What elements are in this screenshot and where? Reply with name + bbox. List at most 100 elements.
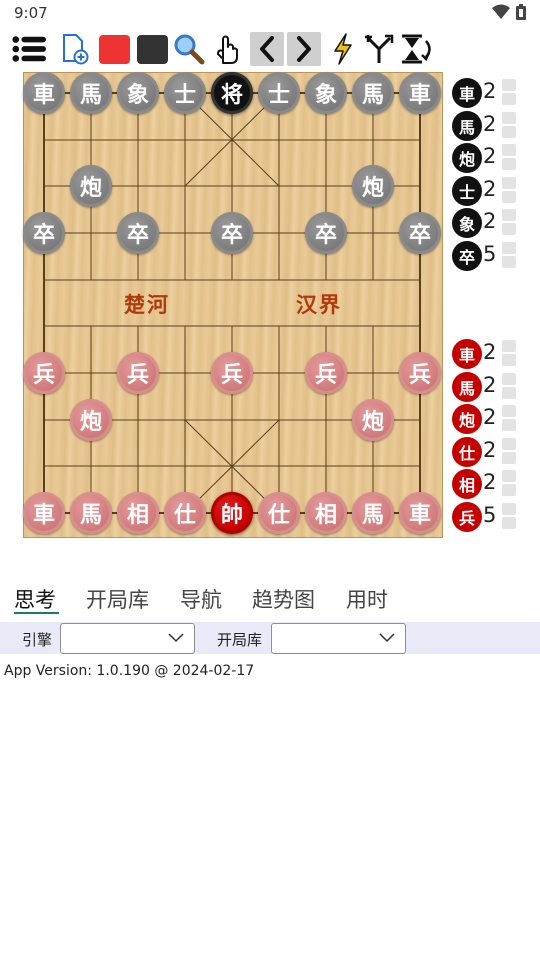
red-piece[interactable]: 炮 bbox=[352, 398, 394, 441]
lightning-icon[interactable] bbox=[326, 32, 360, 66]
black-piece[interactable]: 車 bbox=[23, 72, 65, 114]
black-piece[interactable]: 卒 bbox=[211, 212, 253, 254]
captured-slot bbox=[502, 144, 516, 170]
black-piece[interactable]: 象 bbox=[117, 72, 159, 114]
new-game-icon[interactable] bbox=[58, 32, 92, 66]
red-piece[interactable]: 炮 bbox=[70, 398, 112, 441]
search-icon[interactable] bbox=[172, 32, 206, 66]
captured-count: 2 bbox=[483, 176, 497, 201]
captured-count: 2 bbox=[483, 111, 497, 136]
prev-move-icon[interactable] bbox=[250, 32, 284, 66]
engine-label: 引擎 bbox=[22, 631, 53, 649]
hand-icon[interactable] bbox=[210, 32, 244, 66]
captured-black-row: 士2 bbox=[452, 174, 532, 206]
black-piece[interactable]: 将 bbox=[211, 72, 253, 114]
xiangqi-board[interactable]: 楚河 汉界 車馬象士将士象馬車炮炮卒卒卒卒卒兵兵兵兵兵炮炮車馬相仕帥仕相馬車 bbox=[23, 72, 443, 538]
captured-count: 2 bbox=[483, 372, 497, 397]
tab-bar: 思考 开局库 导航 趋势图 用时 bbox=[0, 580, 540, 620]
captured-red-row: 馬2 bbox=[452, 370, 532, 402]
black-side-button[interactable] bbox=[135, 32, 169, 66]
black-piece[interactable]: 卒 bbox=[23, 212, 65, 254]
black-piece[interactable]: 卒 bbox=[117, 212, 159, 254]
red-piece[interactable]: 兵 bbox=[117, 352, 159, 394]
captured-black-piece-icon: 象 bbox=[452, 208, 482, 238]
active-tab-indicator bbox=[14, 612, 59, 614]
red-piece[interactable]: 兵 bbox=[399, 352, 441, 394]
river-text-han: 汉界 bbox=[296, 293, 342, 317]
toolbar bbox=[0, 30, 540, 70]
menu-icon[interactable] bbox=[12, 32, 46, 66]
black-piece[interactable]: 馬 bbox=[352, 72, 394, 114]
captured-slot bbox=[502, 209, 516, 235]
red-piece[interactable]: 馬 bbox=[70, 492, 112, 534]
red-piece[interactable]: 車 bbox=[23, 492, 65, 534]
engine-select[interactable] bbox=[60, 623, 195, 654]
black-piece[interactable]: 士 bbox=[258, 72, 300, 114]
captured-slot bbox=[502, 470, 516, 496]
tab-opening-book[interactable]: 开局库 bbox=[86, 584, 149, 614]
captured-count: 2 bbox=[483, 209, 497, 233]
captured-slot bbox=[502, 405, 516, 431]
black-piece[interactable]: 卒 bbox=[399, 212, 441, 254]
tab-navigation[interactable]: 导航 bbox=[180, 584, 222, 614]
captured-red-row: 仕2 bbox=[452, 435, 532, 467]
wifi-icon bbox=[492, 4, 510, 24]
captured-red-panel: 車2馬2炮2仕2相2兵5 bbox=[452, 337, 532, 532]
captured-red-row: 車2 bbox=[452, 337, 532, 369]
red-piece[interactable]: 仕 bbox=[164, 492, 206, 534]
captured-black-piece-icon: 馬 bbox=[452, 110, 482, 141]
black-piece[interactable]: 車 bbox=[399, 72, 441, 114]
red-side-button[interactable] bbox=[97, 32, 131, 66]
black-piece[interactable]: 卒 bbox=[305, 212, 347, 254]
captured-red-row: 兵5 bbox=[452, 500, 532, 532]
captured-slot bbox=[502, 372, 516, 399]
red-piece[interactable]: 帥 bbox=[211, 492, 253, 534]
captured-red-piece-icon: 相 bbox=[452, 469, 482, 499]
opening-book-select[interactable] bbox=[271, 623, 406, 654]
black-piece[interactable]: 馬 bbox=[70, 72, 112, 114]
board-grid bbox=[43, 92, 421, 514]
chevron-down-icon bbox=[168, 633, 184, 643]
captured-black-piece-icon: 士 bbox=[452, 175, 482, 206]
captured-slot bbox=[502, 241, 516, 268]
chevron-down-icon bbox=[379, 633, 395, 643]
captured-red-piece-icon: 兵 bbox=[452, 501, 482, 532]
captured-count: 2 bbox=[483, 437, 497, 462]
captured-count: 2 bbox=[483, 144, 497, 168]
captured-slot bbox=[502, 502, 516, 529]
red-piece[interactable]: 車 bbox=[399, 492, 441, 534]
black-piece[interactable]: 象 bbox=[305, 72, 347, 114]
flip-board-icon[interactable] bbox=[400, 32, 434, 66]
status-time: 9:07 bbox=[14, 4, 48, 22]
captured-black-piece-icon: 車 bbox=[452, 78, 482, 108]
captured-count: 2 bbox=[483, 470, 497, 494]
branch-icon[interactable] bbox=[362, 32, 396, 66]
red-piece[interactable]: 兵 bbox=[211, 352, 253, 394]
captured-count: 2 bbox=[483, 405, 497, 429]
red-piece[interactable]: 相 bbox=[117, 492, 159, 534]
tab-thinking[interactable]: 思考 bbox=[14, 584, 56, 614]
captured-black-row: 炮2 bbox=[452, 141, 532, 173]
red-piece[interactable]: 馬 bbox=[352, 492, 394, 534]
battery-icon bbox=[516, 4, 526, 24]
engine-bar: 引擎 开局库 bbox=[0, 622, 540, 654]
captured-black-row: 馬2 bbox=[452, 109, 532, 141]
captured-red-piece-icon: 仕 bbox=[452, 436, 482, 467]
captured-black-row: 象2 bbox=[452, 206, 532, 238]
next-move-icon[interactable] bbox=[287, 32, 321, 66]
red-piece[interactable]: 兵 bbox=[23, 352, 65, 394]
captured-black-panel: 車2馬2炮2士2象2卒5 bbox=[452, 76, 532, 271]
captured-red-row: 相2 bbox=[452, 467, 532, 499]
river-text-chu: 楚河 bbox=[124, 293, 170, 317]
red-piece[interactable]: 兵 bbox=[305, 352, 347, 394]
captured-red-row: 炮2 bbox=[452, 402, 532, 434]
black-piece[interactable]: 士 bbox=[164, 72, 206, 114]
red-piece[interactable]: 相 bbox=[305, 492, 347, 534]
tab-time-used[interactable]: 用时 bbox=[346, 584, 388, 614]
captured-slot bbox=[502, 79, 516, 105]
captured-slot bbox=[502, 176, 516, 203]
tab-trend-chart[interactable]: 趋势图 bbox=[252, 584, 315, 614]
red-piece[interactable]: 仕 bbox=[258, 492, 300, 534]
captured-count: 5 bbox=[483, 502, 497, 527]
captured-red-piece-icon: 炮 bbox=[452, 404, 482, 434]
